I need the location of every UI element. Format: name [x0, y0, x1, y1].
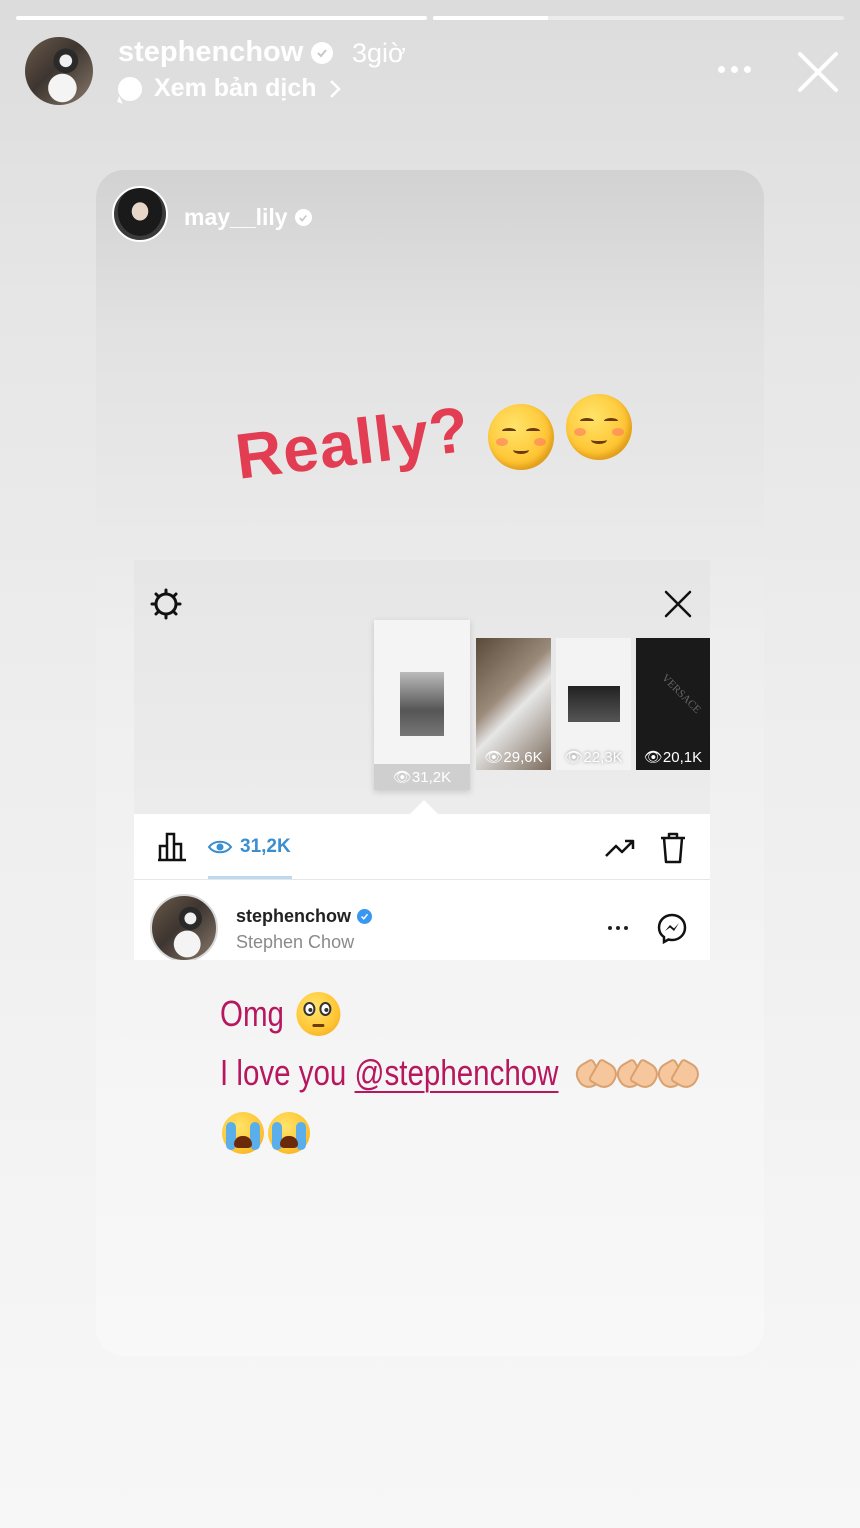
story-thumbnail: 👁29,6K — [476, 638, 551, 770]
viewer-row: stephenchow Stephen Chow — [134, 880, 710, 960]
story-thumbnail: 👁31,2K — [374, 620, 470, 790]
shared-author-avatar[interactable] — [112, 186, 168, 242]
chevron-right-icon — [329, 79, 341, 98]
loudly-crying-emoji-icon — [222, 1112, 264, 1154]
views-tab: 31,2K — [208, 836, 291, 858]
heart-hands-emoji-icon — [658, 1058, 698, 1088]
more-icon — [608, 926, 628, 930]
caption-love: I love you — [220, 1052, 347, 1093]
heart-hands-emoji-group — [580, 1058, 695, 1088]
flushed-face-emoji-icon — [296, 992, 341, 1036]
thumbnail-views: 👁29,6K — [484, 749, 543, 766]
close-icon — [664, 590, 692, 618]
chat-bubble-icon — [118, 76, 142, 101]
viewer-avatar — [150, 894, 218, 960]
embedded-screenshot: 👁31,2K 👁29,6K 👁22,3K VERSACE 👁20,1K 31,2… — [134, 560, 710, 960]
smiling-blush-emoji-icon — [566, 394, 632, 460]
crying-emoji-group — [222, 1112, 310, 1154]
viewer-full-name: Stephen Chow — [236, 932, 355, 952]
trending-up-icon — [605, 839, 635, 857]
loudly-crying-emoji-icon — [268, 1112, 310, 1154]
trash-icon — [661, 832, 685, 864]
verified-badge-icon — [311, 41, 334, 64]
mention-link[interactable]: @stephenchow — [355, 1052, 559, 1094]
translate-link[interactable]: Xem bản dịch — [118, 74, 341, 103]
translate-label: Xem bản dịch — [154, 74, 317, 102]
brand-text: VERSACE — [659, 672, 704, 716]
tab-underline — [208, 876, 292, 879]
bar-chart-icon — [158, 832, 186, 862]
shared-author-username-text: may__lily — [184, 204, 288, 230]
caption-omg: Omg — [220, 993, 284, 1034]
heart-hands-emoji-icon — [617, 1058, 657, 1088]
story-thumbnail: 👁22,3K — [556, 638, 631, 770]
shared-author-username[interactable]: may__lily — [184, 204, 312, 231]
author-username[interactable]: stephenchow — [118, 36, 334, 69]
verified-badge-icon — [357, 909, 373, 924]
stats-bar: 31,2K — [134, 814, 710, 880]
messenger-icon — [657, 913, 687, 944]
story-thumbnail: VERSACE 👁20,1K — [636, 638, 710, 770]
smiling-blush-emoji-icon — [488, 404, 554, 470]
eye-icon — [208, 840, 232, 854]
thumbnail-views: 👁20,1K — [643, 749, 703, 766]
viewer-username: stephenchow — [236, 906, 373, 927]
story-progress — [16, 16, 844, 20]
heart-hands-emoji-icon — [576, 1058, 616, 1088]
post-time: 3giờ — [352, 38, 406, 68]
more-options-button[interactable] — [718, 60, 754, 78]
author-username-text: stephenchow — [118, 36, 304, 68]
caption-line-1: Omg — [220, 992, 341, 1036]
selection-pointer — [410, 800, 438, 814]
gear-icon — [150, 588, 182, 620]
progress-segment-2 — [433, 16, 844, 20]
caption-line-2: I love you @stephenchow — [220, 1052, 695, 1094]
progress-segment-1 — [16, 16, 427, 20]
close-icon[interactable] — [796, 50, 840, 94]
views-count: 31,2K — [240, 836, 291, 857]
story-viewer-preview: 👁31,2K 👁29,6K 👁22,3K VERSACE 👁20,1K — [134, 560, 710, 814]
thumbnail-views: 👁22,3K — [564, 749, 623, 766]
verified-badge-icon — [294, 209, 312, 226]
thumbnail-views: 👁31,2K — [392, 769, 452, 786]
author-avatar[interactable] — [25, 37, 93, 105]
